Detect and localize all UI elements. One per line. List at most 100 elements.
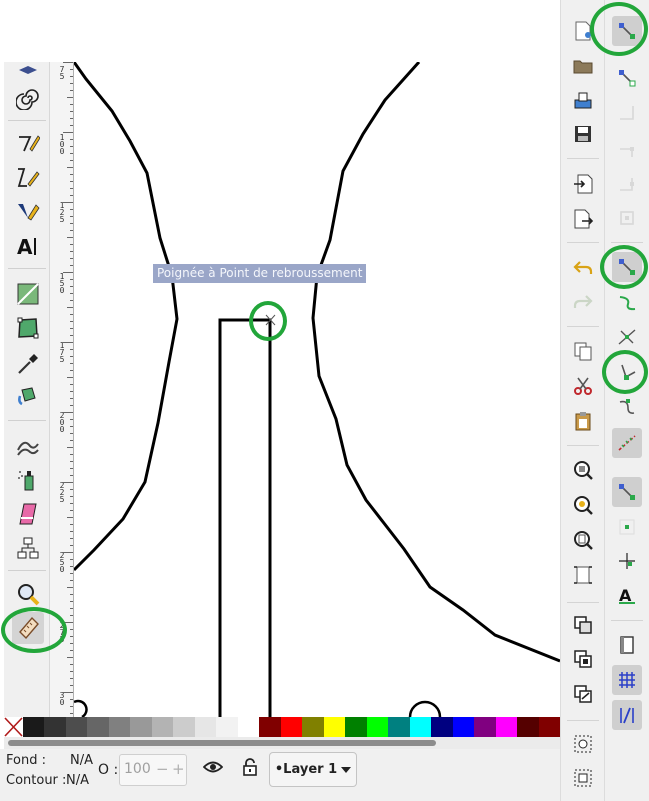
palette-swatch[interactable] xyxy=(216,717,238,737)
snap-bbox-center-icon[interactable] xyxy=(612,203,642,233)
palette-swatch[interactable] xyxy=(431,717,453,737)
right-curve-path[interactable] xyxy=(311,62,560,663)
redo-icon[interactable] xyxy=(569,288,597,316)
palette-swatch[interactable] xyxy=(237,717,260,737)
palette-swatch[interactable] xyxy=(388,717,410,737)
duplicate-icon[interactable] xyxy=(569,611,597,639)
rectangle-path[interactable] xyxy=(218,318,272,717)
measure-tool-icon[interactable] xyxy=(12,612,44,644)
calligraphy-tool-icon[interactable] xyxy=(14,198,42,226)
snap-smooth-nodes-icon[interactable] xyxy=(612,392,642,422)
zoom-tool-icon[interactable] xyxy=(14,580,42,608)
left-curve-path[interactable] xyxy=(74,62,179,572)
pen-tool-icon[interactable] xyxy=(14,164,42,192)
paint-bucket-tool-icon[interactable] xyxy=(14,382,42,410)
zoom-page-icon[interactable] xyxy=(569,526,597,554)
opacity-value[interactable]: 100 xyxy=(124,761,151,777)
snap-grid-icon[interactable] xyxy=(612,665,642,695)
zoom-page-width-icon[interactable] xyxy=(569,561,597,589)
palette-swatch[interactable] xyxy=(538,717,561,737)
snap-paths-icon[interactable] xyxy=(612,288,642,318)
drawing-svg[interactable] xyxy=(74,62,560,717)
drawing-canvas[interactable] xyxy=(74,62,560,717)
connector-tool-icon[interactable] xyxy=(14,534,42,562)
undo-icon[interactable] xyxy=(569,254,597,282)
palette-swatch[interactable] xyxy=(151,717,174,737)
snap-object-center-icon[interactable] xyxy=(612,512,642,542)
spray-tool-icon[interactable] xyxy=(14,466,42,494)
ruler-tick xyxy=(70,398,73,399)
palette-swatch[interactable] xyxy=(130,717,152,737)
open-document-icon[interactable] xyxy=(569,52,597,80)
palette-swatch[interactable] xyxy=(517,717,539,737)
export-icon[interactable] xyxy=(569,205,597,233)
spiral-tool-icon[interactable] xyxy=(14,84,42,112)
scrollbar-thumb[interactable] xyxy=(8,740,436,746)
palette-swatch[interactable] xyxy=(495,717,518,737)
tweak-tool-icon[interactable] xyxy=(14,432,42,460)
cut-icon[interactable] xyxy=(569,372,597,400)
fill-value[interactable]: N/A xyxy=(70,753,93,768)
snap-cusp-nodes-icon[interactable] xyxy=(612,358,642,388)
3d-box-tool-icon[interactable] xyxy=(14,58,42,86)
eraser-tool-icon[interactable] xyxy=(14,500,42,528)
snap-bbox-edge-icon[interactable] xyxy=(612,98,642,128)
palette-swatch[interactable] xyxy=(173,717,195,737)
snap-bbox-midpoint-icon[interactable] xyxy=(612,168,642,198)
print-document-icon[interactable] xyxy=(569,87,597,115)
layer-dropdown[interactable]: •Layer 1 xyxy=(269,752,357,787)
clone-icon[interactable] xyxy=(569,645,597,673)
snap-text-baseline-icon[interactable]: A xyxy=(612,580,642,610)
palette-swatch[interactable] xyxy=(323,717,346,737)
snap-rotation-center-icon[interactable] xyxy=(612,546,642,576)
no-color-swatch[interactable] xyxy=(4,717,23,737)
palette-swatch[interactable] xyxy=(87,717,109,737)
palette-swatch[interactable] xyxy=(474,717,496,737)
palette-swatch[interactable] xyxy=(259,717,281,737)
eye-icon[interactable] xyxy=(202,760,224,778)
new-document-icon[interactable] xyxy=(569,17,597,45)
import-icon[interactable] xyxy=(569,170,597,198)
opacity-increase-button[interactable]: + xyxy=(172,760,185,778)
paste-icon[interactable] xyxy=(569,407,597,435)
copy-icon[interactable] xyxy=(569,337,597,365)
save-document-icon[interactable] xyxy=(569,120,597,148)
palette-swatch[interactable] xyxy=(409,717,432,737)
snap-intersections-icon[interactable] xyxy=(612,322,642,352)
palette-swatch[interactable] xyxy=(452,717,475,737)
palette-swatch[interactable] xyxy=(23,717,45,737)
palette-swatch[interactable] xyxy=(280,717,303,737)
horizontal-scrollbar[interactable] xyxy=(4,737,560,749)
gradient-tool-icon[interactable] xyxy=(14,280,42,308)
unlink-clone-icon[interactable] xyxy=(569,680,597,708)
palette-swatch[interactable] xyxy=(302,717,324,737)
snap-bbox-corner-icon[interactable] xyxy=(612,133,642,163)
palette-swatch[interactable] xyxy=(366,717,389,737)
palette-swatch[interactable] xyxy=(65,717,88,737)
lock-icon[interactable] xyxy=(242,758,258,780)
zoom-drawing-icon[interactable] xyxy=(569,491,597,519)
snap-page-border-icon[interactable] xyxy=(612,630,642,660)
opacity-spinbox[interactable]: 100 − + xyxy=(119,754,187,786)
vertical-ruler[interactable]: 7 5 1 0 0 1 2 5 1 5 0 1 7 5 2 0 0 2 2 5 … xyxy=(50,62,74,717)
zoom-selection-icon[interactable] xyxy=(569,456,597,484)
snap-others-icon[interactable] xyxy=(612,477,642,507)
snap-guide-icon[interactable] xyxy=(612,700,642,730)
text-tool-icon[interactable]: A xyxy=(14,232,42,260)
snap-midpoints-icon[interactable] xyxy=(612,428,642,458)
group-icon[interactable] xyxy=(569,730,597,758)
mesh-tool-icon[interactable] xyxy=(14,314,42,342)
ungroup-icon[interactable] xyxy=(569,764,597,792)
palette-swatch[interactable] xyxy=(194,717,217,737)
snap-enable-icon[interactable] xyxy=(612,16,642,46)
snap-nodes-icon[interactable] xyxy=(612,252,642,282)
snap-bbox-icon[interactable] xyxy=(612,63,642,93)
palette-swatch[interactable] xyxy=(44,717,66,737)
palette-swatch[interactable] xyxy=(345,717,367,737)
pencil-tool-icon[interactable] xyxy=(14,130,42,158)
ruler-tick xyxy=(70,363,73,364)
palette-swatch[interactable] xyxy=(108,717,131,737)
dropper-tool-icon[interactable] xyxy=(14,350,42,378)
stroke-value[interactable]: N/A xyxy=(66,773,89,788)
opacity-decrease-button[interactable]: − xyxy=(156,760,169,778)
